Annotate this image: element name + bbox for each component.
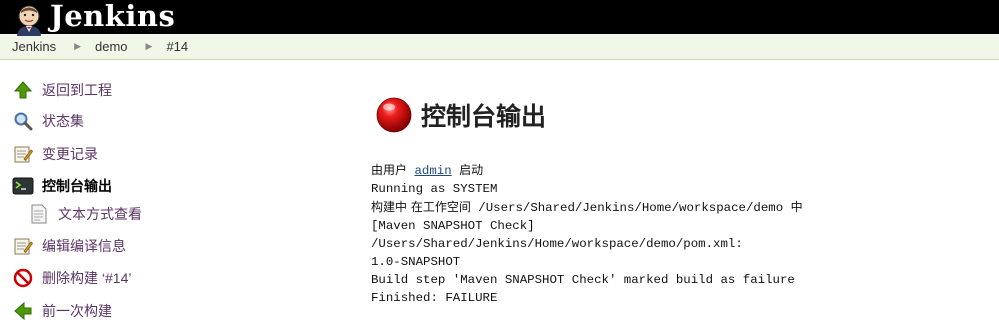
console-line: 1.0-SNAPSHOT [371,255,461,269]
notepad-icon [12,235,34,257]
notepad-icon [12,143,34,165]
sidebar-item-back-to-project[interactable]: 返回到工程 [12,79,112,101]
console-text: 构建中 在工作空间 [371,200,471,214]
page-title-row: 控制台输出 [375,96,546,134]
no-entry-icon [12,267,34,289]
up-arrow-icon [12,79,34,101]
breadcrumb-demo[interactable]: demo [95,39,128,54]
console-text: 中 [790,200,803,214]
page-title: 控制台输出 [421,103,547,131]
sidebar-item-status[interactable]: 状态集 [12,110,84,132]
sidebar-item-label: 状态集 [42,113,84,129]
console-line: Running as SYSTEM [371,182,498,196]
sidebar-item-label: 文本方式查看 [58,206,142,222]
terminal-icon [12,175,34,197]
console-line: /Users/Shared/Jenkins/Home/workspace/dem… [371,237,743,251]
console-line: Finished: FAILURE [371,291,498,305]
sidebar-item-view-as-plain-text[interactable]: 文本方式查看 [28,203,142,225]
left-arrow-icon [12,300,34,322]
breadcrumb-build-14[interactable]: #14 [166,39,188,54]
breadcrumb-jenkins[interactable]: Jenkins [12,39,56,54]
sidebar-item-delete-build[interactable]: 删除构建 ‘#14’ [12,267,131,289]
jenkins-butler-icon[interactable] [12,2,46,36]
sidebar-item-changes[interactable]: 变更记录 [12,143,98,165]
sidebar-item-label: 返回到工程 [42,82,112,98]
sidebar-item-label: 删除构建 ‘#14’ [42,270,132,286]
sidebar-item-label: 前一次构建 [42,303,112,319]
breadcrumb: Jenkins ▶ demo ▶ #14 [0,34,999,60]
document-icon [28,203,50,225]
sidebar-item-previous-build[interactable]: 前一次构建 [12,300,112,322]
app-brand[interactable]: Jenkins [50,0,175,33]
red-ball-status-icon [376,97,412,133]
console-text: 由用户 [371,163,408,177]
magnifier-icon [12,110,34,132]
user-link-admin[interactable]: admin [414,164,451,178]
breadcrumb-separator-icon[interactable]: ▶ [146,41,153,52]
console-workspace-path: /Users/Shared/Jenkins/Home/workspace/dem… [478,201,784,215]
sidebar-item-console-output[interactable]: 控制台输出 [12,175,112,197]
sidebar-item-label: 变更记录 [42,146,98,162]
sidebar-item-edit-build-info[interactable]: 编辑编译信息 [12,235,126,257]
top-header: Jenkins [0,0,999,36]
sidebar-item-label: 控制台输出 [42,178,112,194]
breadcrumb-separator-icon[interactable]: ▶ [74,41,81,52]
console-line: [Maven SNAPSHOT Check] [371,219,535,233]
console-line: Build step 'Maven SNAPSHOT Check' marked… [371,273,795,287]
console-text: 启动 [459,163,484,177]
sidebar-item-label: 编辑编译信息 [42,238,126,254]
console-output: 由用户 admin 启动 Running as SYSTEM 构建中 在工作空间… [371,161,803,307]
